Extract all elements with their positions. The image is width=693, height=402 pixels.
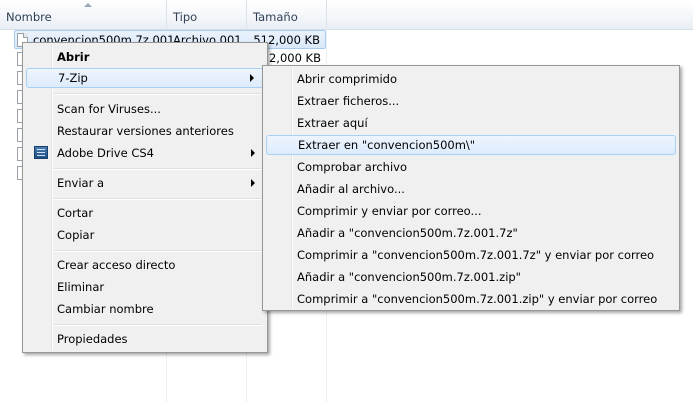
menu-item-cut[interactable]: Cortar bbox=[26, 203, 264, 223]
menu-item-scan-viruses[interactable]: Scan for Viruses... bbox=[26, 99, 264, 119]
column-header: Nombre Tipo Tamaño bbox=[0, 0, 693, 30]
menu-item-label: Comprimir a "convencion500m.7z.001.zip" … bbox=[297, 292, 658, 306]
menu-item-label: Cambiar nombre bbox=[57, 302, 154, 316]
menu-item-rename[interactable]: Cambiar nombre bbox=[26, 299, 264, 319]
submenu-item-extract-to-folder[interactable]: Extraer en "convencion500m\" bbox=[266, 135, 676, 155]
menu-item-adobe-drive[interactable]: Adobe Drive CS4 bbox=[26, 143, 264, 163]
submenu-item-test-archive[interactable]: Comprobar archivo bbox=[266, 157, 676, 177]
menu-item-label: Comprimir y enviar por correo... bbox=[297, 204, 482, 218]
chevron-right-icon bbox=[251, 179, 255, 187]
submenu-item-extract-files[interactable]: Extraer ficheros... bbox=[266, 91, 676, 111]
menu-item-copy[interactable]: Copiar bbox=[26, 225, 264, 245]
menu-item-label: Adobe Drive CS4 bbox=[57, 146, 154, 160]
submenu-item-compress-zip-email[interactable]: Comprimir a "convencion500m.7z.001.zip" … bbox=[266, 289, 676, 309]
menu-item-label: Cortar bbox=[57, 206, 94, 220]
column-name-header[interactable]: Nombre bbox=[0, 0, 167, 29]
menu-item-label: Abrir bbox=[57, 50, 90, 64]
context-menu: Abrir 7-Zip Scan for Viruses... Restaura… bbox=[22, 42, 268, 353]
menu-item-label: Crear acceso directo bbox=[57, 258, 176, 272]
menu-item-7zip[interactable]: 7-Zip bbox=[26, 68, 264, 88]
chevron-right-icon bbox=[250, 74, 254, 82]
menu-item-label: Comprimir a "convencion500m.7z.001.7z" y… bbox=[297, 248, 655, 262]
menu-item-open[interactable]: Abrir bbox=[26, 47, 264, 67]
submenu-item-add-to-7z[interactable]: Añadir a "convencion500m.7z.001.7z" bbox=[266, 223, 676, 243]
menu-item-send-to[interactable]: Enviar a bbox=[26, 173, 264, 193]
menu-item-label: Añadir a "convencion500m.7z.001.zip" bbox=[297, 270, 521, 284]
adobe-drive-icon bbox=[34, 146, 48, 159]
column-name-label: Nombre bbox=[6, 10, 52, 24]
submenu-item-compress-email[interactable]: Comprimir y enviar por correo... bbox=[266, 201, 676, 221]
chevron-right-icon bbox=[251, 149, 255, 157]
menu-item-label: Extraer en "convencion500m\" bbox=[298, 138, 476, 152]
menu-item-label: Añadir a "convencion500m.7z.001.7z" bbox=[297, 226, 518, 240]
menu-separator bbox=[54, 324, 262, 326]
menu-item-label: Extraer aquí bbox=[297, 116, 368, 130]
submenu-item-open-archive[interactable]: Abrir comprimido bbox=[266, 69, 676, 89]
menu-separator bbox=[54, 198, 262, 200]
column-type-label: Tipo bbox=[173, 10, 198, 24]
menu-separator bbox=[54, 93, 262, 95]
menu-item-properties[interactable]: Propiedades bbox=[26, 329, 264, 349]
menu-separator bbox=[54, 168, 262, 170]
column-type-header[interactable]: Tipo bbox=[167, 0, 247, 29]
menu-item-restore-versions[interactable]: Restaurar versiones anteriores bbox=[26, 121, 264, 141]
sort-ascending-icon bbox=[84, 3, 92, 7]
menu-item-label: Comprobar archivo bbox=[297, 160, 407, 174]
column-size-label: Tamaño bbox=[253, 10, 298, 24]
column-size-header[interactable]: Tamaño bbox=[247, 0, 327, 29]
menu-item-label: Eliminar bbox=[57, 280, 105, 294]
menu-item-label: Enviar a bbox=[57, 176, 105, 190]
menu-item-label: 7-Zip bbox=[58, 71, 88, 85]
menu-item-label: Restaurar versiones anteriores bbox=[57, 124, 234, 138]
submenu-item-compress-7z-email[interactable]: Comprimir a "convencion500m.7z.001.7z" y… bbox=[266, 245, 676, 265]
submenu-item-extract-here[interactable]: Extraer aquí bbox=[266, 113, 676, 133]
menu-item-label: Copiar bbox=[57, 228, 95, 242]
menu-item-delete[interactable]: Eliminar bbox=[26, 277, 264, 297]
menu-item-label: Scan for Viruses... bbox=[57, 102, 161, 116]
menu-item-label: Abrir comprimido bbox=[297, 72, 397, 86]
menu-item-label: Extraer ficheros... bbox=[297, 94, 400, 108]
menu-item-label: Añadir al archivo... bbox=[297, 182, 405, 196]
submenu-item-add-to-zip[interactable]: Añadir a "convencion500m.7z.001.zip" bbox=[266, 267, 676, 287]
submenu-item-add-to-archive[interactable]: Añadir al archivo... bbox=[266, 179, 676, 199]
menu-item-label: Propiedades bbox=[57, 332, 128, 346]
menu-item-create-shortcut[interactable]: Crear acceso directo bbox=[26, 255, 264, 275]
menu-separator bbox=[54, 250, 262, 252]
submenu-7zip: Abrir comprimido Extraer ficheros... Ext… bbox=[262, 65, 680, 311]
